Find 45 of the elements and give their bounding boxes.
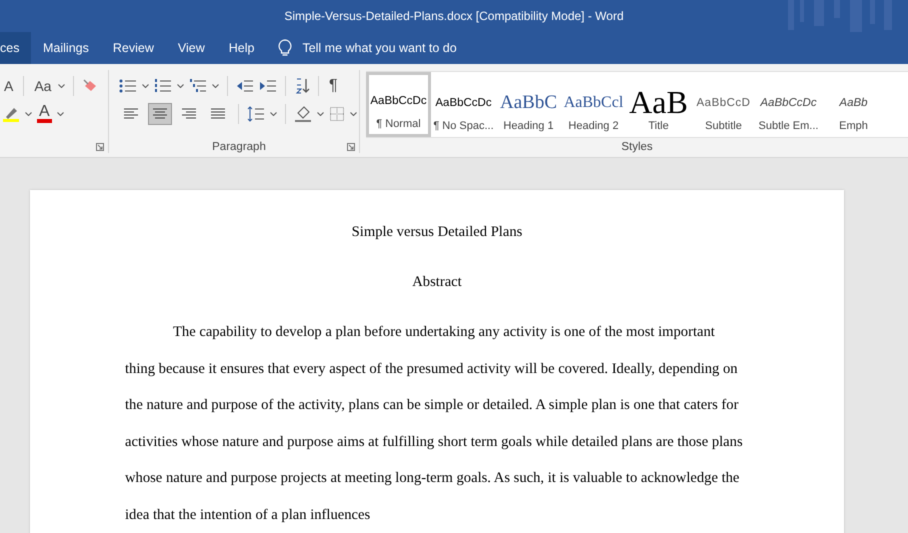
ribbon-tab[interactable]: Help — [216, 32, 266, 64]
lightbulb-icon — [278, 39, 292, 57]
caret-icon — [142, 84, 149, 88]
group-label: Paragraph — [212, 141, 266, 153]
group-label: Styles — [621, 141, 653, 154]
numbered-list-icon[interactable] — [154, 78, 172, 94]
highlighter-icon[interactable] — [2, 105, 20, 123]
font-color-button[interactable]: A — [37, 105, 52, 123]
caret-icon — [177, 84, 184, 88]
style-item[interactable]: AaBbCcDc ¶ Normal — [366, 72, 431, 137]
sort-icon[interactable] — [294, 78, 310, 94]
caret-icon — [58, 84, 66, 88]
align-center-icon — [152, 108, 168, 120]
caret-icon — [270, 112, 277, 116]
change-case-button[interactable]: Aa — [32, 78, 54, 94]
bullet-list-icon[interactable] — [119, 78, 137, 94]
decrease-indent-icon[interactable] — [236, 78, 254, 94]
body-paragraph: The capability to develop a plan before undertaking any activity is one of the most important thing because it ensures that every aspect of the presumed activity will be covered. Ideally, depending on the nature and purpose of the activity, plans can be simple or detailed. A simple plan is one that caters for activities whose nature and purpose aims at fulfilling short term goals while detailed plans are those plans whose nature and purpose projects at meeting long-term goals. As such, it is valuable to acknowledge the idea that the intention of a plan influences — [125, 323, 744, 525]
line-spacing-icon[interactable] — [247, 106, 265, 122]
align-center-button[interactable] — [148, 103, 172, 125]
ribbon-tab[interactable]: ces — [0, 32, 31, 64]
ribbon-tab[interactable]: Mailings — [31, 32, 101, 64]
show-formatting-button[interactable]: ¶ — [327, 77, 340, 95]
caret-icon — [56, 112, 64, 116]
search-field[interactable]: Tell me what you want to do — [300, 40, 474, 56]
document-title: Simple versus Detailed Plans — [350, 223, 524, 242]
caret-icon — [25, 112, 32, 116]
increase-indent-icon[interactable] — [259, 78, 277, 94]
dialog-launcher-icon[interactable] — [347, 143, 355, 151]
eraser-icon[interactable] — [82, 78, 98, 94]
ribbon-tab[interactable]: View — [166, 32, 217, 64]
window-title: Simple-Versus-Detailed-Plans.docx [Compatibility Mode] - Word — [284, 9, 624, 23]
borders-icon[interactable] — [329, 106, 345, 122]
align-left-icon — [123, 108, 139, 120]
grow-font-button[interactable]: A — [2, 78, 16, 94]
dialog-launcher-icon[interactable] — [96, 143, 104, 151]
align-justify-icon — [210, 108, 226, 120]
caret-icon — [212, 84, 219, 88]
caret-icon — [350, 112, 357, 116]
paint-bucket-icon[interactable] — [294, 105, 312, 123]
ribbon-tab[interactable]: Review — [100, 32, 166, 64]
section-heading: Abstract — [411, 273, 463, 292]
align-right-icon — [181, 108, 197, 120]
multilevel-list-icon[interactable] — [189, 78, 207, 94]
caret-icon — [317, 112, 324, 116]
